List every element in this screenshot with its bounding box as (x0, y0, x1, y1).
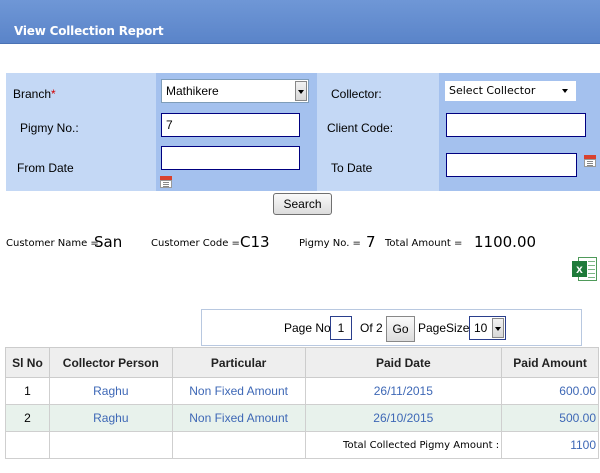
to-date-label-cell: To Date (317, 145, 439, 191)
page-title: View Collection Report (14, 24, 164, 38)
customer-summary: Customer Name = San Customer Code = C13 … (0, 233, 600, 253)
to-date-label: To Date (331, 161, 373, 175)
collector-label-cell: Collector: (317, 73, 439, 113)
pigmy-field-cell: 7 (156, 113, 317, 145)
excel-icon[interactable]: x (572, 255, 598, 283)
branch-select-value: Mathikere (166, 84, 219, 98)
collector-cell: Raghu (48, 377, 173, 405)
to-date-field-cell (439, 145, 600, 191)
client-code-field-cell (439, 113, 600, 145)
branch-select[interactable]: Mathikere (161, 79, 309, 103)
title-bar: View Collection Report (0, 0, 600, 44)
table-row: 2 Raghu Non Fixed Amount 26/10/2015 500.… (5, 404, 599, 432)
total-label: Total Collected Pigmy Amount : (304, 431, 503, 459)
chevron-down-icon (562, 89, 568, 93)
column-header[interactable]: Particular (171, 347, 306, 378)
sl-no-cell: 2 (5, 404, 50, 432)
sl-no-cell: 1 (5, 377, 50, 405)
required-mark: * (51, 87, 56, 101)
from-date-label: From Date (17, 161, 74, 175)
from-date-label-cell: From Date (6, 145, 156, 191)
paid-date-cell: 26/11/2015 (304, 377, 503, 405)
column-header[interactable]: Collector Person (48, 347, 173, 378)
total-amount-label: Total Amount = (385, 238, 463, 249)
filter-form: Branch * Mathikere Collector: Select Col… (6, 73, 600, 191)
page-size-select[interactable]: 10 (469, 316, 506, 340)
collector-select-value: Select Collector (449, 84, 536, 97)
client-code-label-cell: Client Code: (317, 113, 439, 145)
table-total-row: Total Collected Pigmy Amount : 1100 (5, 431, 599, 459)
from-date-field-cell (156, 145, 317, 191)
particular-cell: Non Fixed Amount (171, 404, 306, 432)
chevron-down-icon[interactable] (295, 81, 307, 101)
table-row: 1 Raghu Non Fixed Amount 26/11/2015 600.… (5, 377, 599, 405)
client-code-label: Client Code: (327, 121, 394, 135)
paid-date-cell: 26/10/2015 (304, 404, 503, 432)
customer-name-label: Customer Name = (6, 238, 99, 249)
column-header[interactable]: Paid Amount (501, 347, 599, 378)
paid-amount-cell: 600.00 (501, 377, 599, 405)
branch-label: Branch (13, 87, 52, 101)
search-button[interactable]: Search (273, 193, 332, 215)
pigmy-no-label: Pigmy No. = (299, 238, 361, 249)
go-button[interactable]: Go (386, 316, 415, 342)
customer-name-value: San (94, 233, 123, 251)
collector-field-cell: Select Collector (439, 73, 600, 113)
pigmy-label: Pigmy No.: (20, 121, 79, 135)
calendar-icon[interactable] (160, 176, 172, 188)
pager: Page No: 1 Of 2 Go PageSize: 10 (201, 309, 582, 346)
page-size-label: PageSize: (418, 321, 473, 335)
column-header[interactable]: Paid Date (304, 347, 503, 378)
client-code-input[interactable] (446, 113, 586, 137)
collector-cell: Raghu (48, 404, 173, 432)
total-value: 1100 (501, 431, 599, 459)
column-header[interactable]: Sl No (5, 347, 50, 378)
branch-label-cell: Branch * (6, 73, 156, 113)
customer-code-label: Customer Code = (151, 238, 240, 249)
chevron-down-icon[interactable] (492, 318, 504, 338)
table-header-row: Sl No Collector Person Particular Paid D… (5, 347, 599, 378)
from-date-input[interactable] (161, 146, 300, 170)
branch-field-cell: Mathikere (156, 73, 317, 113)
to-date-input[interactable] (446, 153, 577, 177)
page-size-value: 10 (474, 321, 488, 335)
collector-select[interactable]: Select Collector (445, 81, 576, 101)
paid-amount-cell: 500.00 (501, 404, 599, 432)
pigmy-input[interactable]: 7 (161, 113, 300, 137)
calendar-icon[interactable] (584, 155, 596, 167)
pigmy-label-cell: Pigmy No.: (6, 113, 156, 145)
page-no-label: Page No: (284, 321, 335, 335)
particular-cell: Non Fixed Amount (171, 377, 306, 405)
customer-code-value: C13 (240, 233, 270, 251)
collector-label: Collector: (331, 87, 382, 101)
collection-table: Sl No Collector Person Particular Paid D… (5, 347, 599, 459)
page-no-input[interactable]: 1 (330, 316, 352, 340)
total-amount-value: 1100.00 (474, 233, 537, 251)
page-count-label: Of 2 (360, 321, 383, 335)
pigmy-no-value: 7 (366, 233, 376, 251)
